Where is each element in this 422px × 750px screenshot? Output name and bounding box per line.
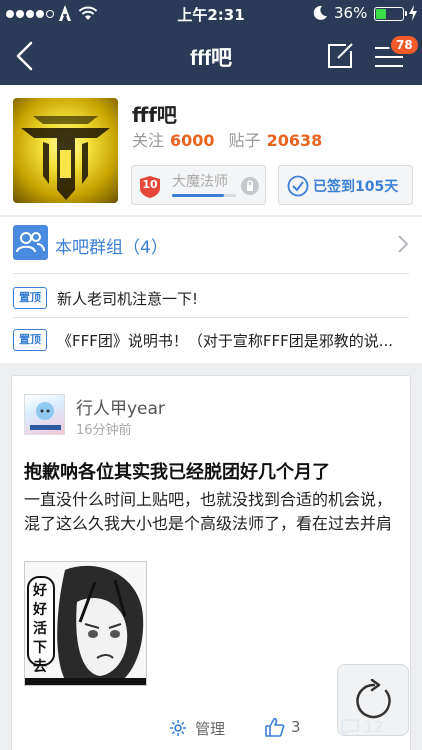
gear-icon [170,720,186,736]
divider [13,317,409,318]
thread-excerpt: 一直没什么时间上贴吧，也就没找到合适的机会说，混了这么久我大小也是个高级法师了，… [24,490,393,533]
group-icon [13,225,48,260]
pinned-post-title: 《FFF团》说明书！（对于宣称FFF团是邪教的说... [57,332,394,350]
like-count: 3 [291,718,301,736]
refresh-icon [356,679,391,719]
edit-post-icon[interactable] [326,42,354,70]
signed-in-days-label: 已签到105天 [313,179,399,195]
battery-icon [374,7,407,21]
pinned-post[interactable]: 置顶 新人老司机注意一下! [0,279,422,319]
pinned-tag: 置顶 [13,287,47,309]
lock-icon [241,177,259,195]
forum-logo[interactable] [13,98,118,203]
pinned-tag: 置顶 [13,329,47,351]
level-progress-bar [172,194,236,197]
posts-count: 20638 [266,131,323,150]
forum-header: fff吧 关注 6000 贴子 20638 10 大魔法师 已签到105天 [0,85,422,215]
charging-bolt-icon [409,5,417,21]
page-title: fff吧 [190,47,232,70]
forum-groups-row[interactable]: 本吧群组（4） [0,217,422,273]
forum-info-block: 本吧群组（4） 置顶 新人老司机注意一下! 置顶 《FFF团》说明书！（对于宣称… [0,217,422,363]
posts-label: 贴子 [228,131,261,150]
notification-badge: 78 [389,34,420,56]
follow-count: 6000 [170,131,215,150]
sign-in-status-button[interactable]: 已签到105天 [278,165,413,205]
do-not-disturb-moon-icon [313,5,327,20]
level-number: 10 [142,178,158,191]
author-avatar[interactable] [24,394,65,435]
user-level-box[interactable]: 10 大魔法师 [131,165,266,205]
forum-stats: 关注 6000 贴子 20638 [132,127,336,151]
refresh-button[interactable] [337,664,409,736]
image-caption: 好好活下去 [33,583,47,675]
manage-label: 管理 [195,720,226,738]
thumbs-up-icon [265,717,285,737]
pinned-post[interactable]: 置顶 《FFF团》说明书！（对于宣称FFF团是邪教的说... [0,321,422,361]
thread-title: 抱歉呐各位其实我已经脱团好几个月了 [24,462,330,483]
forum-name: fff吧 [132,103,177,127]
battery-percentage: 36% [334,4,368,22]
chevron-right-icon [398,235,409,253]
nav-bar: fff吧 78 [0,28,422,85]
author-name[interactable]: 行人甲year [76,394,165,419]
level-title: 大魔法师 [172,174,228,190]
pinned-post-title: 新人老司机注意一下! [57,290,199,308]
thread-image[interactable]: 好好活下去 [24,561,147,686]
check-circle-icon [287,175,309,197]
follow-label: 关注 [132,131,165,150]
forum-groups-label: 本吧群组（4） [55,238,168,258]
post-time: 16分钟前 [76,423,132,438]
divider [13,273,409,274]
status-bar: 上午2:31 36% [0,0,422,28]
